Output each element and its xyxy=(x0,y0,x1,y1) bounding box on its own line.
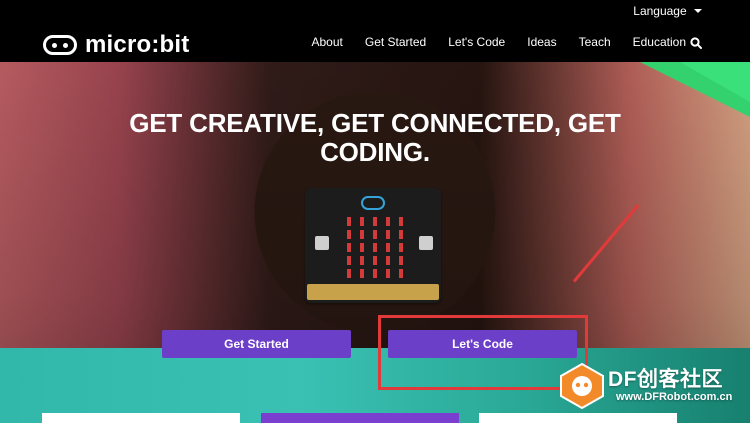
board-button-a xyxy=(315,236,329,250)
card-strip xyxy=(0,413,750,423)
hero-section: GET CREATIVE, GET CONNECTED, GET CODING.… xyxy=(0,62,750,423)
nav-item-ideas[interactable]: Ideas xyxy=(527,35,556,49)
card-1[interactable] xyxy=(42,413,240,423)
card-2[interactable] xyxy=(261,413,459,423)
search-icon[interactable] xyxy=(690,37,702,49)
dfrobot-logo-icon xyxy=(560,362,604,410)
nav-item-lets-code[interactable]: Let's Code xyxy=(448,35,505,49)
nav-item-teach[interactable]: Teach xyxy=(579,35,611,49)
green-corner-shape xyxy=(640,62,750,117)
hero-headline: GET CREATIVE, GET CONNECTED, GET CODING. xyxy=(120,109,630,167)
board-logo-icon xyxy=(361,196,385,210)
micro-bit-logo-icon xyxy=(43,35,77,55)
caret-down-icon xyxy=(694,9,702,13)
led-matrix xyxy=(345,217,406,278)
nav-item-about[interactable]: About xyxy=(312,35,343,49)
card-3[interactable] xyxy=(479,413,677,423)
hero-headline-line1: GET CREATIVE, GET CONNECTED, GET xyxy=(129,108,621,138)
nav-item-get-started[interactable]: Get Started xyxy=(365,35,426,49)
board-edge-connector xyxy=(307,284,439,300)
language-selector[interactable]: Language xyxy=(633,4,702,18)
hero-headline-line2: CODING. xyxy=(320,137,430,167)
dfrobot-watermark: DF创客社区 www.DFRobot.com.cn xyxy=(558,358,750,416)
micro-bit-board-image xyxy=(305,188,441,303)
language-bar: Language xyxy=(0,0,750,22)
nav-menu: About Get Started Let's Code Ideas Teach… xyxy=(312,35,687,49)
watermark-url: www.DFRobot.com.cn xyxy=(616,391,733,403)
main-navigation: micro:bit About Get Started Let's Code I… xyxy=(0,22,750,62)
annotation-highlight-box xyxy=(378,315,588,390)
nav-item-education[interactable]: Education xyxy=(633,35,686,49)
board-button-b xyxy=(419,236,433,250)
brand-logo[interactable]: micro:bit xyxy=(43,31,189,59)
language-label: Language xyxy=(633,4,687,18)
brand-name: micro:bit xyxy=(85,31,190,58)
get-started-button[interactable]: Get Started xyxy=(162,330,351,358)
watermark-title: DF创客社区 xyxy=(608,368,723,391)
